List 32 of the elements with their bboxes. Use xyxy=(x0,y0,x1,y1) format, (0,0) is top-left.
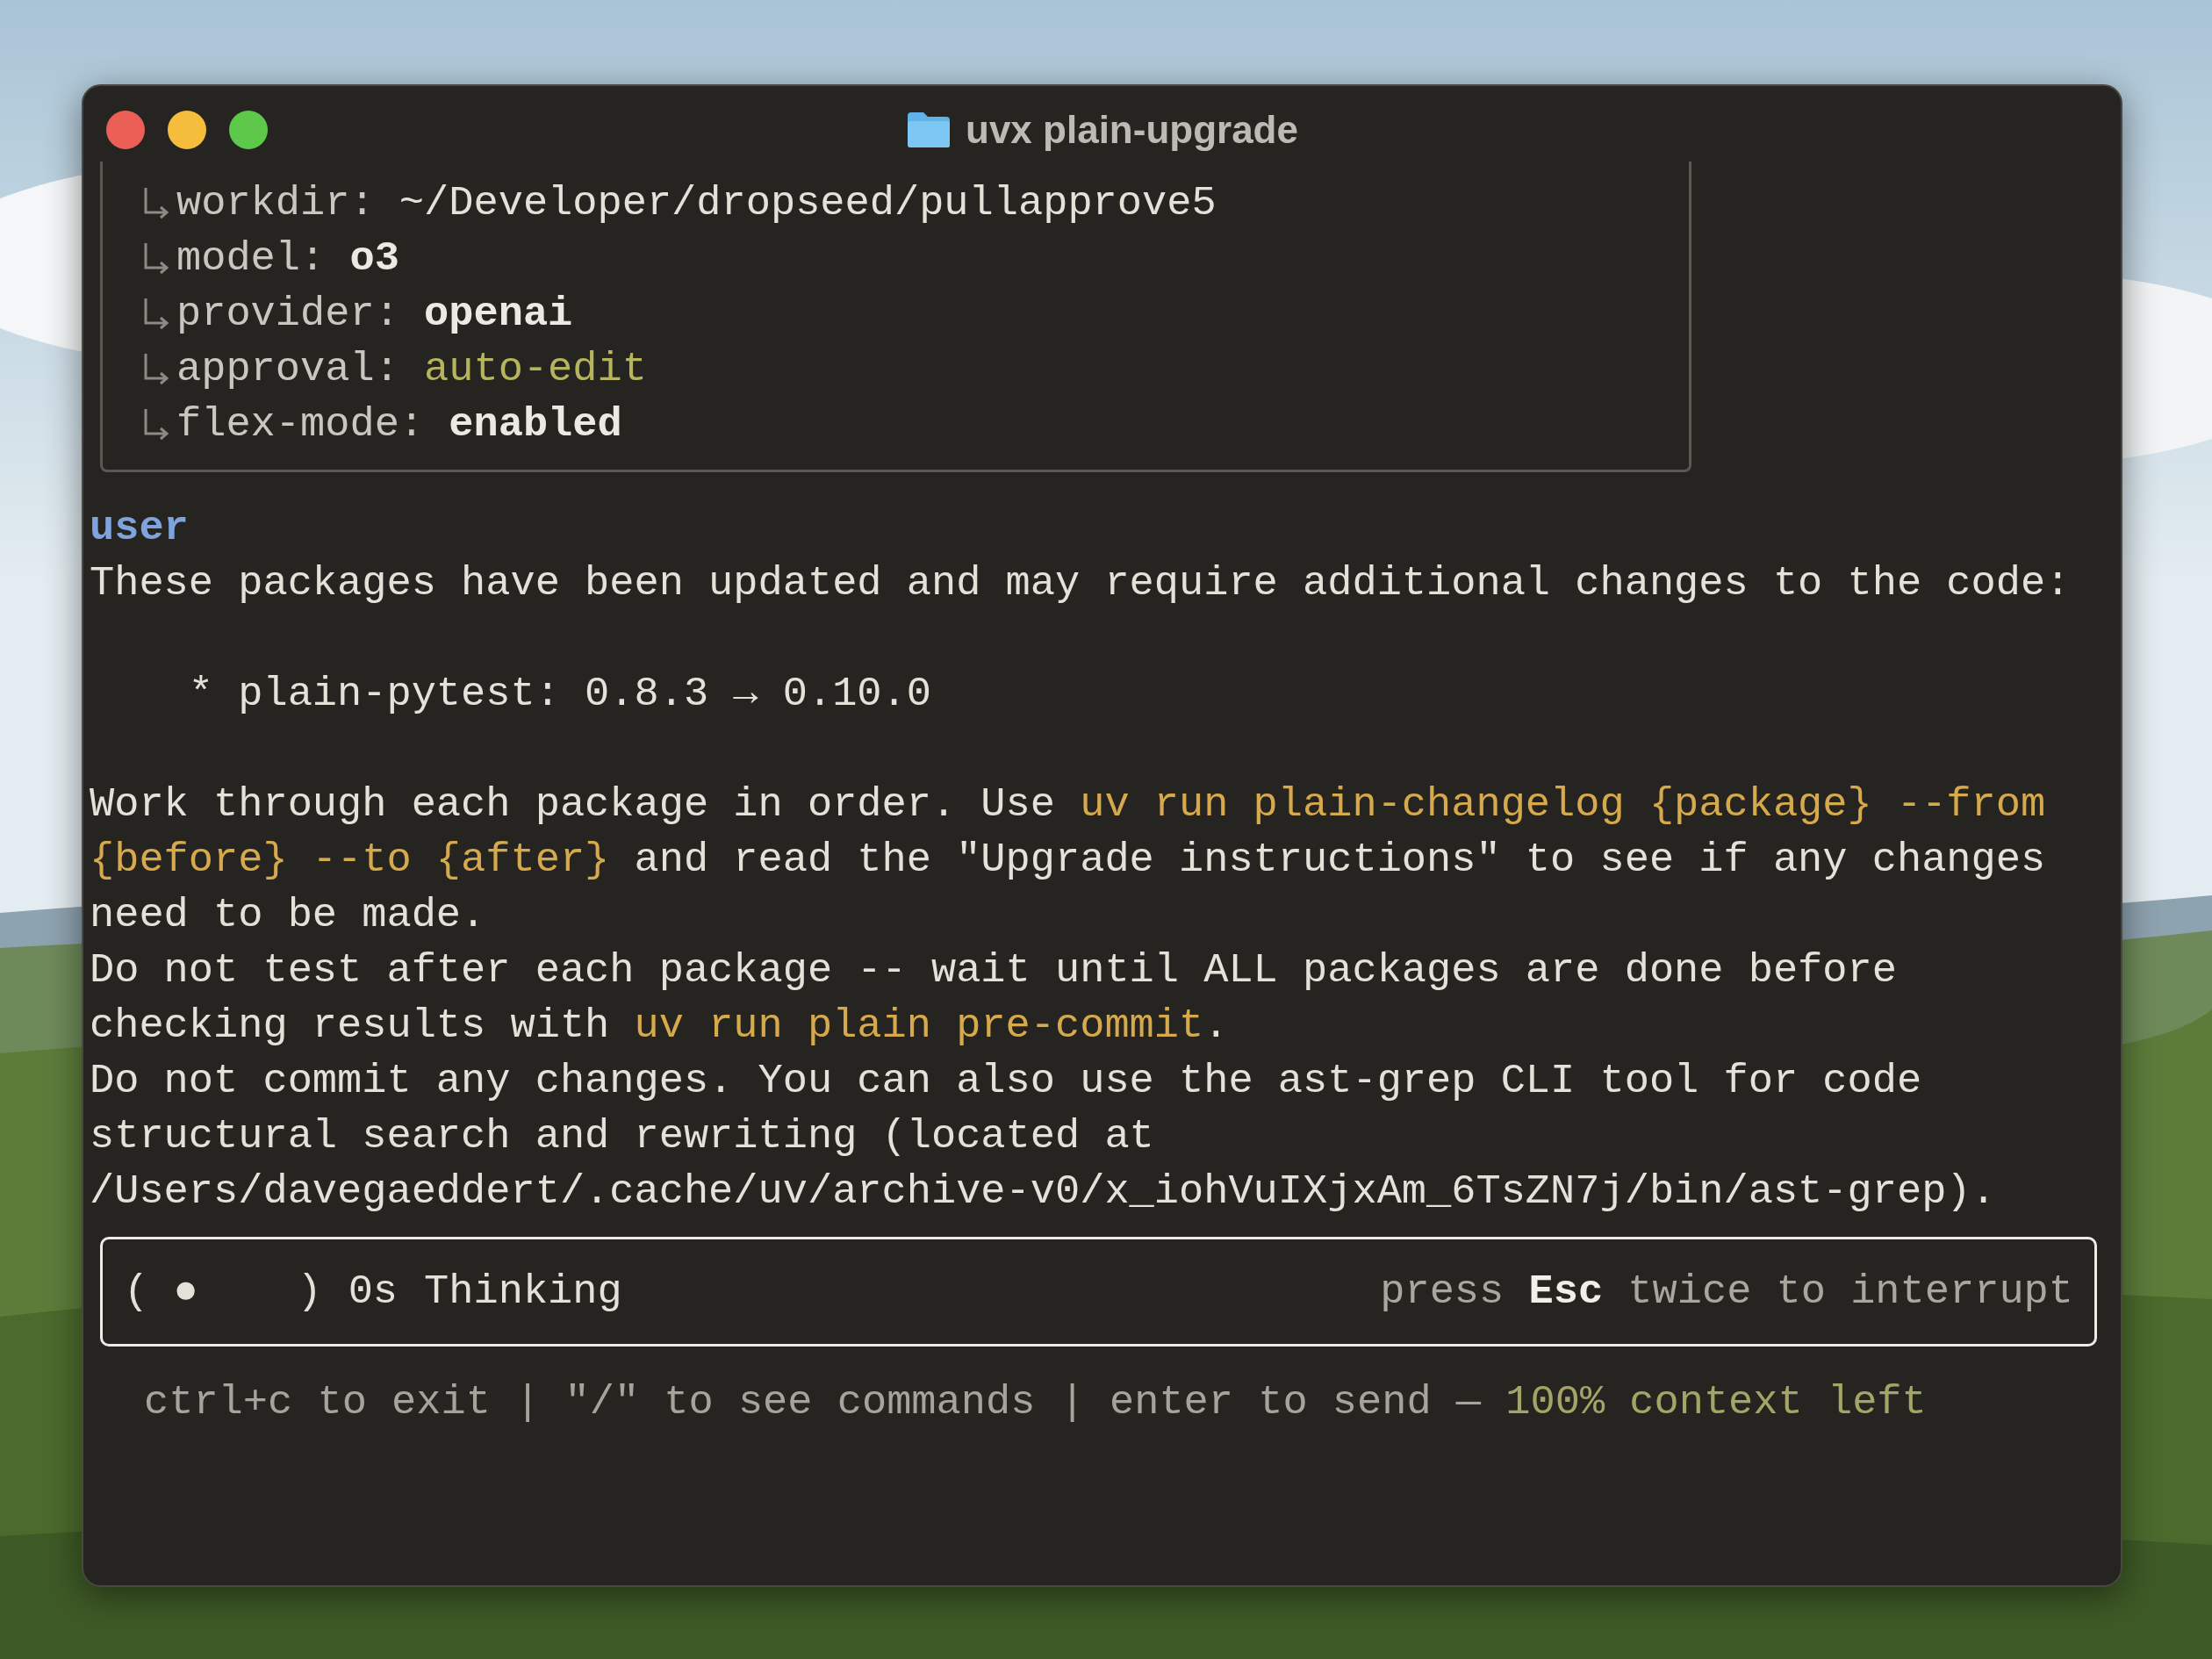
config-key: workdir: xyxy=(176,180,375,226)
config-key: approval: xyxy=(176,346,399,392)
message-line: /Users/davegaeddert/.cache/uv/archive-v0/x_iohVuIXjxAm_6TsZN7j/bin/ast-grep). xyxy=(90,1167,1996,1217)
context-status: 100% context left xyxy=(1505,1379,1927,1426)
config-key: model: xyxy=(176,235,326,282)
spinner: ( ● ) xyxy=(124,1268,322,1315)
message-line: need to be made. xyxy=(90,891,486,940)
zoom-button[interactable] xyxy=(229,111,268,149)
message-line: Do not test after each package -- wait until ALL packages are done before xyxy=(90,946,1897,995)
config-key: provider: xyxy=(176,291,399,337)
message-line: Work through each package in order. Use uv run plain-changelog {package} --from xyxy=(90,780,2046,830)
elapsed-time: 0s xyxy=(348,1268,399,1315)
message-line: * plain-pytest: 0.8.3 → 0.10.0 xyxy=(187,670,931,719)
config-key: flex-mode: xyxy=(176,401,425,448)
role-label: user xyxy=(90,504,189,553)
config-value: enabled xyxy=(449,401,622,448)
message-line: These packages have been updated and may require additional changes to the code: xyxy=(90,559,2071,608)
config-value: openai xyxy=(424,291,573,337)
status-label: Thinking xyxy=(424,1268,622,1315)
config-value: auto-edit xyxy=(424,346,647,392)
window-title: uvx plain-upgrade xyxy=(966,108,1298,152)
message-line: {before} --to {after} and read the "Upgrade instructions" to see if any changes xyxy=(90,836,2046,885)
config-value: ~/Developer/dropseed/pullapprove5 xyxy=(399,180,1217,226)
interrupt-hint: press Esc twice to interrupt xyxy=(1380,1268,2073,1315)
message-line: Do not commit any changes. You can also use the ast-grep CLI tool for code xyxy=(90,1057,1922,1106)
message-line: checking results with uv run plain pre-commit. xyxy=(90,1002,1229,1051)
shortcut-help: ctrl+c to exit | "/" to see commands | enter to send — xyxy=(144,1379,1483,1426)
folder-icon xyxy=(906,111,952,149)
config-value: o3 xyxy=(349,235,399,282)
minimize-button[interactable] xyxy=(168,111,206,149)
message-line: structural search and rewriting (located at xyxy=(90,1112,1154,1161)
close-button[interactable] xyxy=(106,111,145,149)
